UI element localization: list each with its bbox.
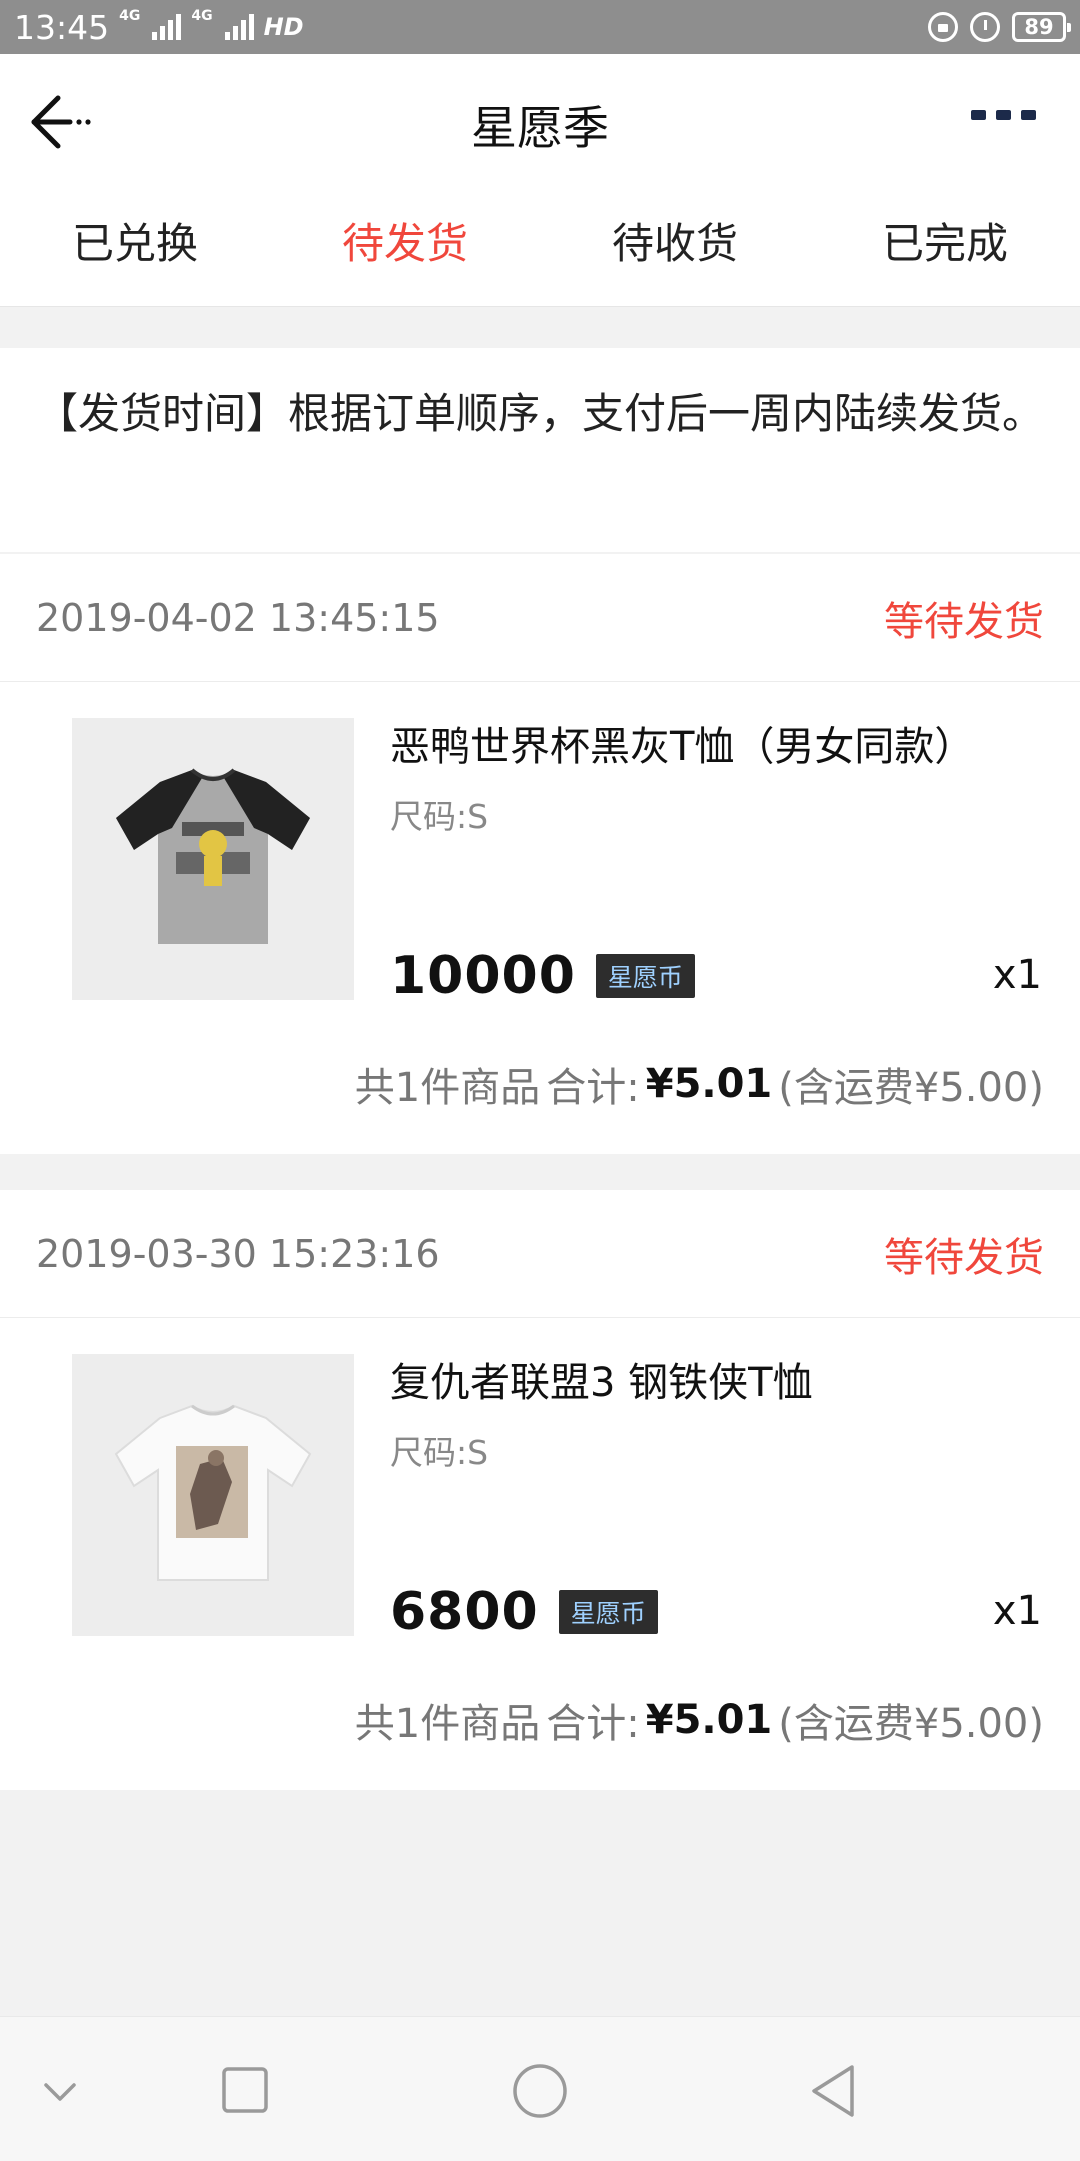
square-icon[interactable] — [220, 2061, 270, 2121]
order-item[interactable]: 恶鸭世界杯黑灰T恤（男女同款） 尺码:S 10000 星愿币 x1 — [0, 682, 1080, 1014]
order-time: 2019-04-02 13:45:15 — [36, 595, 440, 640]
tab-completed[interactable]: 已完成 — [810, 188, 1080, 306]
product-price: 6800 — [390, 1582, 539, 1642]
shipping-notice: 【发货时间】根据订单顺序，支付后一周内陆续发货。 — [0, 348, 1080, 552]
order-total: ¥5.01 — [645, 1061, 773, 1107]
product-quantity: x1 — [992, 952, 1042, 998]
status-bar: 13:45 4G 4G HD 89 — [0, 0, 1080, 54]
app-header: 星愿季 — [0, 54, 1080, 188]
product-size: 尺码:S — [390, 797, 489, 836]
order-tabs: 已兑换 待发货 待收货 已完成 — [0, 188, 1080, 307]
circle-icon[interactable] — [510, 2061, 570, 2121]
network-label-1: 4G — [119, 7, 141, 24]
rotation-lock-icon — [928, 12, 958, 42]
product-image — [72, 1354, 354, 1636]
product-quantity: x1 — [992, 1588, 1042, 1634]
order-summary: 共1件商品 合计: ¥5.01 (含运费¥5.00) — [0, 1014, 1080, 1154]
product-size: 尺码:S — [390, 1433, 489, 1472]
total-label: 合计: — [546, 1065, 640, 1111]
tab-pending-shipment[interactable]: 待发货 — [270, 188, 540, 306]
currency-badge: 星愿币 — [558, 1590, 658, 1634]
hd-icon: HD — [263, 13, 304, 41]
signal-icon — [152, 14, 182, 40]
more-dot — [996, 110, 1011, 120]
tshirt-gray-image — [72, 718, 354, 1000]
price-row: 6800 星愿币 — [390, 1582, 658, 1642]
battery-icon: 89 — [1012, 12, 1071, 42]
triangle-back-icon[interactable] — [806, 2061, 860, 2121]
product-price: 10000 — [390, 946, 576, 1006]
order-card[interactable]: 2019-04-02 13:45:15 等待发货 恶鸭世界杯黑灰T恤（男女同款）… — [0, 554, 1080, 1154]
currency-badge: 星愿币 — [595, 954, 695, 998]
more-dots-icon — [971, 110, 986, 120]
total-label: 合计: — [546, 1701, 640, 1747]
order-status: 等待发货 — [884, 598, 1044, 645]
chevron-down-icon[interactable] — [42, 2061, 78, 2121]
order-card[interactable]: 2019-03-30 15:23:16 等待发货 复仇者联盟3 钢铁侠T恤 尺码… — [0, 1190, 1080, 1790]
tab-redeemed[interactable]: 已兑换 — [0, 188, 270, 306]
order-time: 2019-03-30 15:23:16 — [36, 1231, 440, 1276]
product-image — [72, 718, 354, 1000]
shipping-fee: (含运费¥5.00) — [778, 1065, 1044, 1111]
product-name: 复仇者联盟3 钢铁侠T恤 — [390, 1360, 813, 1406]
page-title: 星愿季 — [471, 101, 609, 155]
product-name: 恶鸭世界杯黑灰T恤（男女同款） — [390, 724, 975, 770]
order-total: ¥5.01 — [645, 1697, 773, 1743]
network-label-2: 4G — [191, 7, 213, 24]
shipping-fee: (含运费¥5.00) — [778, 1701, 1044, 1747]
system-nav-bar — [0, 2016, 1080, 2161]
more-dot — [1021, 110, 1036, 120]
order-summary: 共1件商品 合计: ¥5.01 (含运费¥5.00) — [0, 1650, 1080, 1790]
alarm-icon — [970, 12, 1000, 42]
status-right: 89 — [928, 12, 1071, 42]
item-count: 共1件商品 — [354, 1065, 541, 1111]
order-header: 2019-03-30 15:23:16 等待发货 — [0, 1190, 1080, 1318]
signal-icon-2 — [224, 14, 254, 40]
order-header: 2019-04-02 13:45:15 等待发货 — [0, 554, 1080, 682]
more-button[interactable] — [971, 110, 1036, 120]
tab-pending-receipt[interactable]: 待收货 — [540, 188, 810, 306]
order-item[interactable]: 复仇者联盟3 钢铁侠T恤 尺码:S 6800 星愿币 x1 — [0, 1318, 1080, 1650]
status-time: 13:45 — [14, 7, 110, 47]
order-status: 等待发货 — [884, 1234, 1044, 1281]
price-row: 10000 星愿币 — [390, 946, 695, 1006]
tshirt-white-image — [72, 1354, 354, 1636]
item-count: 共1件商品 — [354, 1701, 541, 1747]
status-left: 13:45 4G 4G HD — [14, 8, 304, 47]
